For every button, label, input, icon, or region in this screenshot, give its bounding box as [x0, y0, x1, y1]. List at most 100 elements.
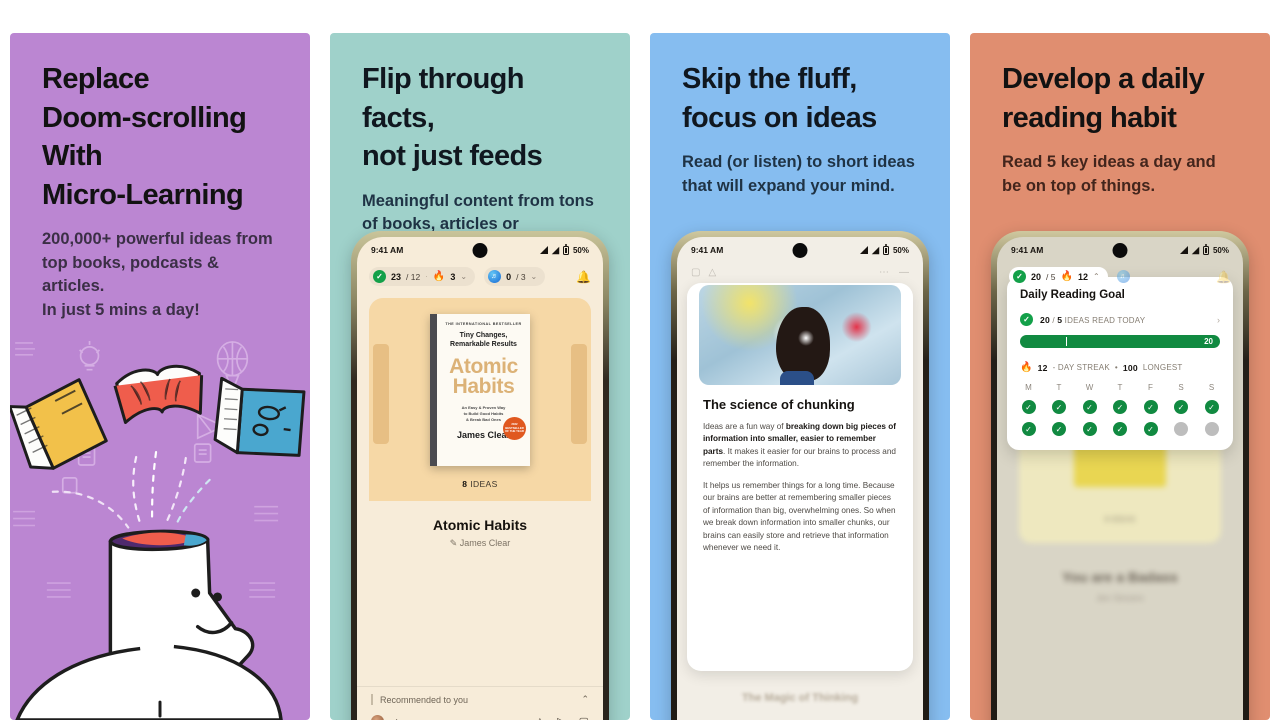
progress-goal-tick	[1066, 337, 1068, 346]
cover-title-line1: Atomic	[449, 354, 518, 378]
headphones-icon-4[interactable]: ♬	[1116, 270, 1130, 283]
day-incomplete-icon	[1174, 422, 1188, 436]
panel-4-copy: Develop a daily reading habit Read 5 key…	[970, 33, 1270, 198]
book-cover[interactable]: THE INTERNATIONAL BESTSELLER Tiny Change…	[430, 314, 530, 466]
daily-reading-goal-card[interactable]: Daily Reading Goal ✓ 20 / 5 IDEAS READ T…	[1007, 277, 1233, 450]
day-complete-icon: ✓	[1143, 400, 1158, 414]
carousel-next-card[interactable]	[571, 344, 587, 444]
status-time: 9:41 AM	[371, 245, 404, 255]
weekday-label: T	[1117, 383, 1123, 392]
check-circle-icon-4: ✓	[1013, 270, 1026, 283]
reader-toolbar-right: ⋯ —	[879, 267, 909, 278]
phone-screen-2: 9:41 AM ◢ 50% ✓ 23 / 12 · �	[357, 237, 603, 720]
share-icon[interactable]: △	[536, 715, 544, 720]
panel-1-headline: Replace Doom-scrolling With Micro-Learni…	[42, 63, 247, 211]
listen-total: / 3	[516, 271, 526, 282]
ideas-read-text: 20 / 5 IDEAS READ TODAY	[1040, 314, 1146, 325]
stats-chip-row: ✓ 23 / 12 · 🔥 3 ⌄ ♬ 0 / 3 ⌄ 🔔	[357, 263, 603, 292]
streak-row: 🔥 12 - DAY STREAK • 100 LONGEST	[1020, 362, 1220, 373]
carousel-prev-card[interactable]	[373, 344, 389, 444]
minimize-icon-3[interactable]: —	[899, 267, 909, 278]
cover-tagline: Tiny Changes, Remarkable Results	[450, 332, 517, 348]
battery-percent-3: 50%	[892, 245, 909, 255]
weekday-label: T	[1056, 383, 1062, 392]
day-complete-icon: ✓	[1052, 422, 1066, 436]
chevron-right-icon[interactable]: ›	[1217, 315, 1220, 325]
recommended-section-header[interactable]: Recommended to you ⌃	[357, 686, 603, 705]
cover-kicker: THE INTERNATIONAL BESTSELLER	[445, 322, 522, 326]
bookmark-icon[interactable]: ▢	[579, 715, 589, 720]
day-complete-icon: ✓	[1113, 422, 1127, 436]
brain-books-illustration	[10, 333, 310, 720]
idea-paragraph-1: Ideas are a fun way of breaking down big…	[703, 422, 896, 469]
signal-icon-3	[860, 246, 869, 254]
read-total-4: / 5	[1046, 271, 1056, 282]
camera-notch-3	[792, 243, 808, 258]
weekday-label: S	[1208, 383, 1215, 392]
battery-icon	[562, 244, 569, 255]
background-ideas-label: 8 IDEAS	[1104, 515, 1136, 524]
cover-blurb: An Easy & Proven Way to Build Good Habit…	[461, 405, 506, 423]
chevron-down-icon[interactable]: ⌄	[460, 272, 467, 281]
stats-chip-row-4: ✓ 20 / 5 🔥 12 ⌃ ♬ 🔔	[997, 263, 1243, 292]
status-bar-3: 9:41 AM ◢ 50%	[677, 237, 923, 263]
camera-notch	[472, 243, 488, 258]
username-label: alena	[391, 717, 412, 720]
listen-chip[interactable]: ♬ 0 / 3 ⌄	[484, 267, 546, 286]
chevron-up-icon[interactable]: ⌃	[581, 694, 589, 705]
idea-card[interactable]: The science of chunking Ideas are a fun …	[687, 283, 913, 671]
book-hero-card[interactable]: THE INTERNATIONAL BESTSELLER Tiny Change…	[369, 298, 591, 501]
streak-dot-separator: •	[1114, 363, 1118, 372]
weekday-label: S	[1178, 383, 1184, 392]
book-author: ✎ James Clear	[449, 538, 511, 548]
phone-mockup-4: 8 IDEAS You are a Badass Jen Sincero 9:4…	[991, 231, 1249, 720]
day-complete-icon: ✓	[1143, 422, 1158, 436]
section-accent-bar	[371, 694, 373, 705]
streak-label: - DAY STREAK	[1052, 363, 1110, 372]
headphones-icon: ♬	[488, 270, 502, 283]
week-row-2: ✓ ✓ ✓ ✓ ✓	[1020, 422, 1220, 436]
read-count: 23	[391, 271, 402, 282]
book-title: Atomic Habits	[432, 517, 528, 533]
portrait-shoulder	[779, 371, 814, 385]
status-time-3: 9:41 AM	[691, 245, 724, 255]
avatar[interactable]	[371, 715, 384, 720]
flame-icon-goal: 🔥	[1020, 362, 1033, 373]
listen-count: 0	[506, 271, 512, 282]
signal-icon-4	[1180, 246, 1189, 254]
wifi-icon: ◢	[552, 244, 559, 255]
chevron-up-icon-4[interactable]: ⌃	[1093, 272, 1100, 281]
week-row-1: ✓ ✓ ✓ ✓ ✓ ✓ ✓	[1020, 400, 1220, 414]
notification-bell-icon-4[interactable]: 🔔	[1216, 270, 1231, 284]
streak-count: 3	[450, 271, 456, 282]
streak-days: 12	[1037, 362, 1048, 373]
read-streak-chip[interactable]: ✓ 23 / 12 · 🔥 3 ⌄	[369, 267, 476, 286]
read-streak-chip-4[interactable]: ✓ 20 / 5 🔥 12 ⌃	[1009, 267, 1108, 286]
ideas-count-label: 8 IDEAS	[462, 479, 498, 489]
ideas-read-row[interactable]: ✓ 20 / 5 IDEAS READ TODAY ›	[1020, 313, 1220, 326]
background-book-title-3: The Magic of Thinking	[741, 692, 859, 704]
status-indicators-4: ◢ 50%	[1180, 244, 1229, 255]
panel-4-headline: Develop a daily reading habit	[1002, 63, 1205, 134]
store-screenshot-gallery: Replace Doom-scrolling With Micro-Learni…	[0, 0, 1280, 720]
notification-bell-icon[interactable]: 🔔	[576, 270, 591, 284]
signal-icon	[540, 246, 549, 254]
longest-label: LONGEST	[1142, 363, 1183, 372]
read-total: / 12	[406, 271, 421, 282]
wifi-icon-4: ◢	[1192, 244, 1199, 255]
recommended-label: Recommended to you	[380, 694, 469, 705]
bookmark-icon-3[interactable]: ▢	[691, 267, 700, 278]
nav-icons: △ ▷ ▢	[536, 715, 589, 720]
chevron-down-icon-2[interactable]: ⌄	[531, 272, 538, 281]
more-icon-3[interactable]: ⋯	[879, 267, 889, 278]
cover-author: James Clear	[456, 430, 511, 441]
day-complete-icon: ✓	[1021, 400, 1036, 414]
panel-3-copy: Skip the fluff, focus on ideas Read (or …	[650, 33, 950, 198]
cover-seal-badge: 2022 BESTSELLER OF THE YEAR	[503, 417, 526, 440]
wifi-icon-3: ◢	[872, 244, 879, 255]
send-icon[interactable]: ▷	[557, 715, 565, 720]
promo-panel-2: Flip through facts, not just feeds Meani…	[330, 33, 630, 720]
goal-progress-bar: 20	[1020, 335, 1220, 348]
battery-icon-3	[882, 244, 889, 255]
share-icon-3[interactable]: △	[708, 267, 716, 278]
